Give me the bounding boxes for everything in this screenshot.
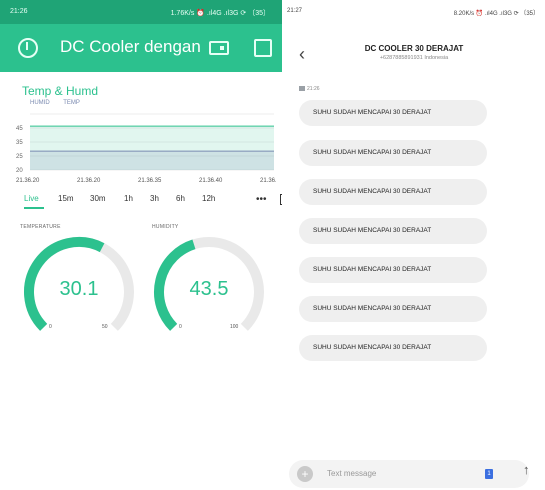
message-input[interactable]: Text message — [327, 469, 376, 478]
x-tick-label: 21.36.40 — [199, 178, 223, 184]
compose-bar: + Text message 1 — [289, 460, 529, 488]
range-underline — [24, 207, 44, 209]
status-bar-right: 21:27 8.20K/s ⏰ .ıl4G .ıl3G ⟳ 〔35〕 — [283, 0, 545, 20]
time-range-selector: Live 15m 30m 1h 3h 6h 12h ••• — [24, 194, 282, 209]
message-bubble[interactable]: SUHU SUDAH MENCAPAI 30 DERAJAT — [299, 296, 487, 322]
message-bubble[interactable]: SUHU SUDAH MENCAPAI 30 DERAJAT — [299, 100, 487, 126]
app-bar: DC Cooler dengan — [0, 24, 282, 72]
message-bubble[interactable]: SUHU SUDAH MENCAPAI 30 DERAJAT — [299, 140, 487, 166]
range-live[interactable]: Live — [24, 194, 39, 203]
superchart[interactable]: 45 35 25 20 21.36.20 21.36.20 21.36.35 21.36.40… — [14, 106, 276, 186]
status-bar: 21:26 1.76K/s ⏰ .ıl4G .ıl3G ⟳ 〔35〕 — [0, 0, 282, 24]
sim-select-icon[interactable]: 1 — [485, 469, 493, 479]
status-icons: 1.76K/s ⏰ .ıl4G .ıl3G ⟳ 〔35〕 — [170, 10, 270, 17]
y-tick-label: 35 — [16, 140, 23, 146]
timestamp-text: 21:26 — [307, 86, 320, 92]
humidity-min: 0 — [179, 324, 182, 330]
range-30m[interactable]: 30m — [90, 194, 106, 203]
range-12h[interactable]: 12h — [202, 194, 215, 203]
more-icon[interactable]: ••• — [256, 194, 267, 205]
range-6h[interactable]: 6h — [176, 194, 185, 203]
add-attachment-icon[interactable]: + — [297, 466, 313, 482]
expand-icon[interactable] — [280, 194, 282, 205]
message-bubble[interactable]: SUHU SUDAH MENCAPAI 30 DERAJAT — [299, 179, 487, 205]
sim-icon — [299, 86, 305, 92]
gauge-label-humidity: HUMIDITY — [152, 224, 179, 230]
blynk-app-screen: 21:26 1.76K/s ⏰ .ıl4G .ıl3G ⟳ 〔35〕 DC Co… — [0, 0, 282, 490]
humidity-value: 43.5 — [189, 278, 229, 300]
message-timestamp: 21:26 — [299, 86, 320, 92]
status-time: 21:26 — [10, 8, 28, 15]
messages-app-screen: 21:27 8.20K/s ⏰ .ıl4G .ıl3G ⟳ 〔35〕 ‹ DC … — [283, 0, 545, 490]
x-tick-label: 21.36.35 — [138, 178, 162, 184]
series-area-temp — [30, 151, 274, 170]
gauge-label-temperature: TEMPERATURE — [20, 224, 61, 230]
y-tick-label: 45 — [16, 126, 23, 132]
temperature-min: 0 — [49, 324, 52, 330]
range-3h[interactable]: 3h — [150, 194, 159, 203]
message-bubble[interactable]: SUHU SUDAH MENCAPAI 30 DERAJAT — [299, 335, 487, 361]
temperature-value: 30.1 — [59, 278, 99, 300]
status-icons-right: 8.20K/s ⏰ .ıl4G .ıl3G ⟳ 〔35〕 — [453, 11, 539, 17]
y-tick-label: 20 — [16, 168, 23, 174]
contact-name: DC COOLER 30 DERAJAT — [364, 44, 464, 53]
message-bubble[interactable]: SUHU SUDAH MENCAPAI 30 DERAJAT — [299, 218, 487, 244]
x-tick-label: 21.36.20 — [77, 178, 101, 184]
power-icon[interactable] — [18, 38, 38, 58]
conversation-header: ‹ DC COOLER 30 DERAJAT +6287885891931 In… — [283, 36, 545, 76]
send-icon[interactable]: ↑ — [523, 462, 530, 477]
contact-number: +6287885891931 Indonesia — [379, 55, 449, 61]
range-15m[interactable]: 15m — [58, 194, 74, 203]
x-tick-label: 21.36.20 — [16, 178, 40, 184]
y-tick-label: 25 — [16, 154, 23, 160]
humidity-max: 100 — [230, 324, 239, 330]
temperature-max: 50 — [102, 324, 108, 330]
x-tick-label: 21.36.50 — [260, 178, 276, 184]
range-1h[interactable]: 1h — [124, 194, 133, 203]
message-bubble[interactable]: SUHU SUDAH MENCAPAI 30 DERAJAT — [299, 257, 487, 283]
status-time-right: 21:27 — [287, 8, 303, 14]
stop-icon[interactable] — [254, 39, 272, 57]
chart-title: Temp & Humd — [22, 84, 99, 98]
device-icon[interactable] — [209, 41, 229, 55]
project-title: DC Cooler dengan — [60, 37, 201, 56]
